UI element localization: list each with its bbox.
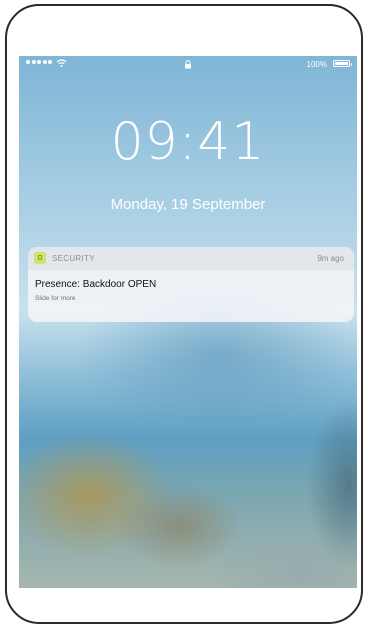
lock-screen: 100% 09:41 Monday, 19 September SECURITY… [19, 56, 357, 588]
notification-hint: Slide for more [35, 295, 76, 302]
wifi-icon [56, 59, 67, 68]
security-app-icon [34, 252, 46, 264]
notification-app-name: SECURITY [52, 254, 95, 263]
notification-card[interactable]: SECURITY 9m ago Presence: Backdoor OPEN … [28, 247, 354, 322]
signal-dots-icon [26, 60, 52, 64]
notification-title: Presence: Backdoor OPEN [35, 279, 157, 290]
battery-percent: 100% [306, 60, 327, 69]
lock-time: 09:41 [110, 112, 266, 172]
lock-icon [185, 60, 191, 69]
notification-header: SECURITY 9m ago [28, 247, 354, 270]
status-bar: 100% [19, 56, 357, 74]
battery-icon [333, 60, 352, 67]
notification-time: 9m ago [317, 254, 344, 263]
lock-date: Monday, 19 September [110, 196, 266, 213]
